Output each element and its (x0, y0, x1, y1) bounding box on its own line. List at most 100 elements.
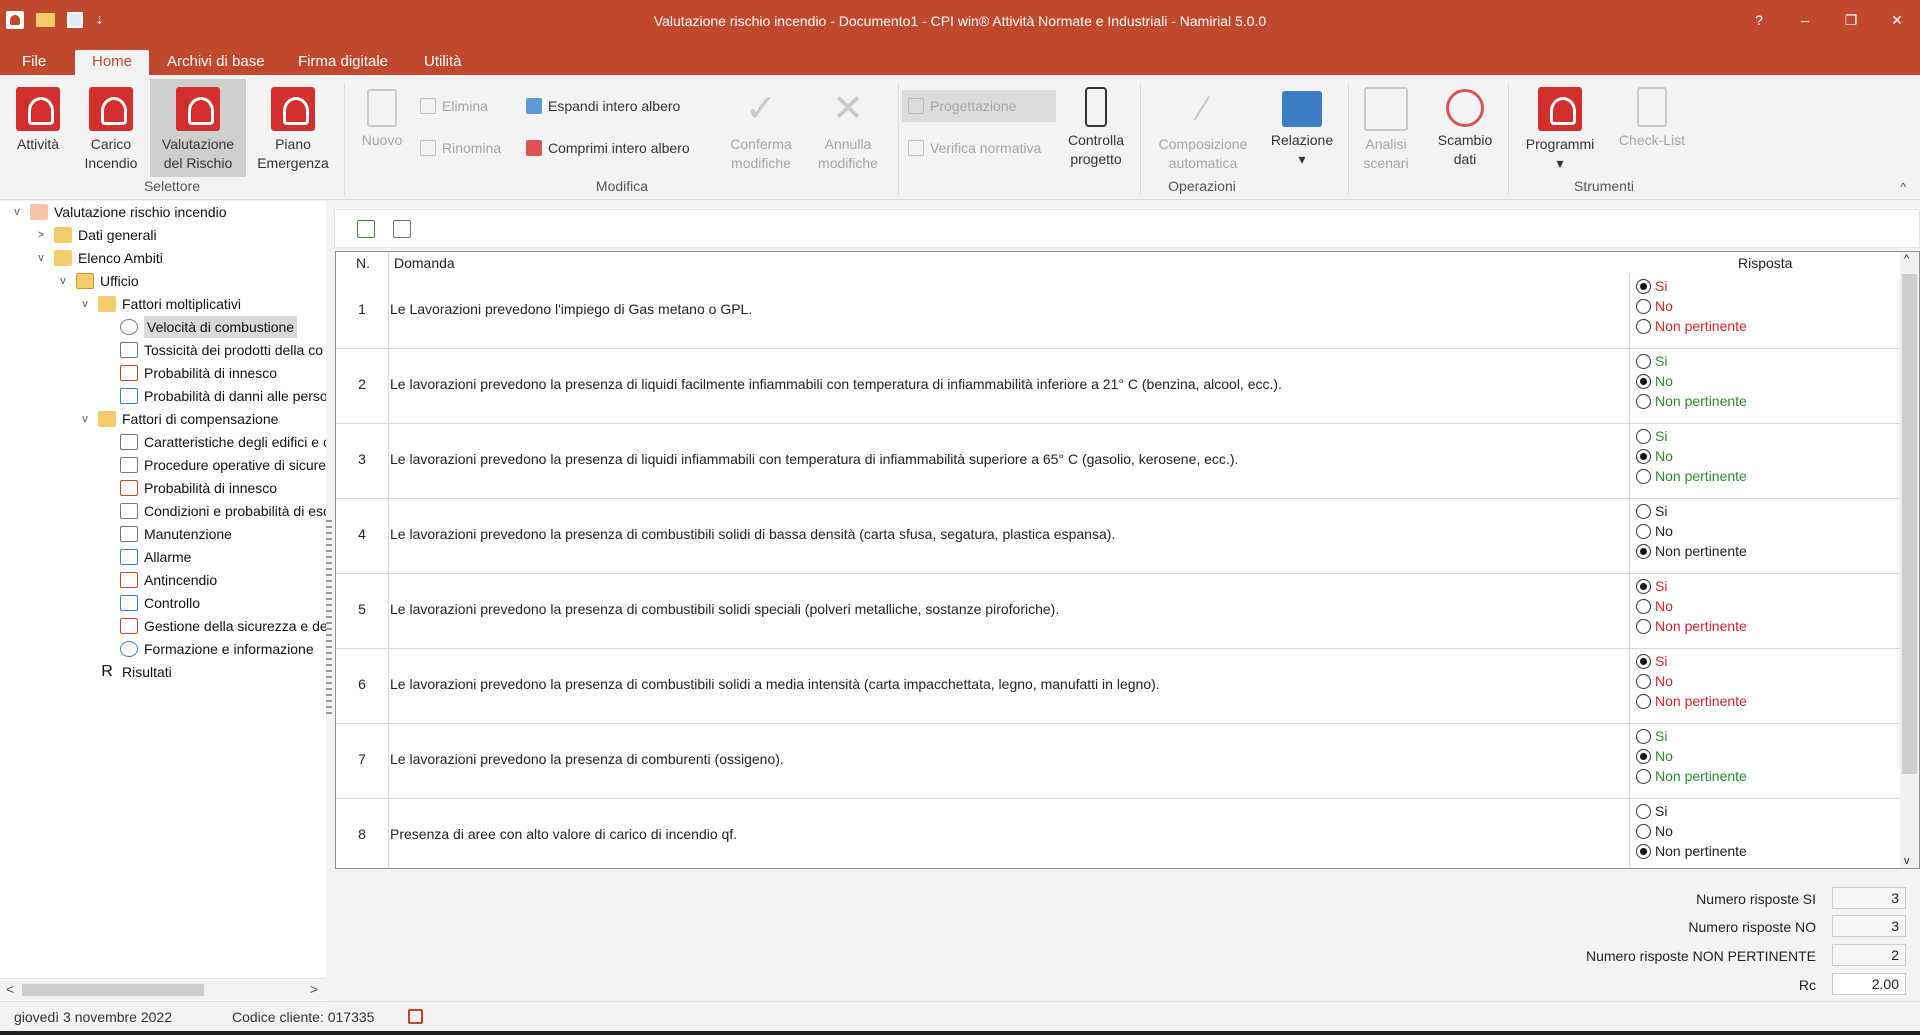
espandi-albero-button[interactable]: Espandi intero albero (526, 95, 680, 117)
tree-node-gestione-sicurezza[interactable]: Gestione della sicurezza e dell (100, 615, 326, 637)
tab-utilita[interactable]: Utilità (412, 50, 474, 75)
radio-option-si[interactable]: Si (1636, 801, 1667, 821)
radio-button[interactable] (1636, 578, 1651, 594)
tree-node-root[interactable]: v Valutazione rischio incendio (10, 201, 227, 223)
tree-node-formazione[interactable]: Formazione e informazione (100, 638, 314, 660)
tree-node-fattori-moltiplicativi[interactable]: v Fattori moltiplicativi (78, 293, 241, 315)
radio-option-no[interactable]: No (1636, 596, 1673, 616)
piano-emergenza-button[interactable]: Piano Emergenza (250, 79, 336, 177)
radio-button[interactable] (1636, 318, 1651, 334)
tree-node-dati-generali[interactable]: > Dati generali (34, 224, 157, 246)
radio-option-si[interactable]: Si (1636, 726, 1667, 746)
programmi-button[interactable]: Programmi ▾ (1514, 79, 1606, 177)
radio-button[interactable] (1636, 843, 1651, 859)
scroll-down-icon[interactable]: v (1904, 855, 1910, 867)
radio-option-si[interactable]: Si (1636, 651, 1667, 671)
radio-option-no[interactable]: No (1636, 821, 1673, 841)
scroll-thumb[interactable] (22, 984, 204, 996)
radio-option-non-pertinente[interactable]: Non pertinente (1636, 391, 1747, 411)
radio-option-no[interactable]: No (1636, 521, 1673, 541)
radio-option-si[interactable]: Si (1636, 351, 1667, 371)
radio-option-no[interactable]: No (1636, 671, 1673, 691)
radio-option-non-pertinente[interactable]: Non pertinente (1636, 766, 1747, 786)
trash-icon[interactable] (393, 220, 411, 238)
radio-button[interactable] (1636, 618, 1651, 634)
radio-button[interactable] (1636, 673, 1651, 689)
relazione-button[interactable]: Relazione ▾ (1262, 79, 1342, 177)
collapse-ribbon-button[interactable]: ^ (1900, 180, 1906, 194)
panel-splitter[interactable] (326, 520, 332, 716)
tree-node-controllo[interactable]: Controllo (100, 592, 200, 614)
radio-option-non-pertinente[interactable]: Non pertinente (1636, 616, 1747, 636)
tree-horizontal-scrollbar[interactable]: < > (0, 978, 326, 1000)
radio-option-non-pertinente[interactable]: Non pertinente (1636, 466, 1747, 486)
close-button[interactable]: ✕ (1874, 0, 1920, 44)
attivita-button[interactable]: Attività (4, 79, 72, 177)
tree-node-fattori-compensazione[interactable]: v Fattori di compensazione (78, 408, 278, 430)
radio-button[interactable] (1636, 523, 1651, 539)
radio-button[interactable] (1636, 768, 1651, 784)
radio-option-si[interactable]: Si (1636, 426, 1667, 446)
radio-button[interactable] (1636, 278, 1651, 294)
radio-button[interactable] (1636, 298, 1651, 314)
tab-file[interactable]: File (10, 50, 58, 75)
nuovo-button[interactable]: Nuovo (352, 79, 412, 177)
valutazione-rischio-button[interactable]: Valutazione del Rischio (150, 79, 246, 177)
export-icon[interactable] (357, 220, 375, 238)
conferma-modifiche-button[interactable]: ✓ Conferma modifiche (720, 79, 802, 177)
tree-node-probabilita-innesco[interactable]: Probabilità di innesco (100, 362, 277, 384)
tree-node-tossicita[interactable]: Tossicità dei prodotti della co (100, 339, 323, 361)
carico-incendio-button[interactable]: Carico Incendio (76, 79, 146, 177)
radio-button[interactable] (1636, 728, 1651, 744)
check-list-button[interactable]: Check-List (1610, 79, 1694, 177)
composizione-automatica-button[interactable]: ⁄ Composizione automatica (1148, 79, 1258, 177)
progettazione-button[interactable]: Progettazione (902, 90, 1056, 122)
radio-option-non-pertinente[interactable]: Non pertinente (1636, 691, 1747, 711)
scambio-dati-button[interactable]: Scambio dati (1424, 79, 1506, 177)
radio-button[interactable] (1636, 598, 1651, 614)
restore-button[interactable]: ❐ (1828, 0, 1874, 44)
radio-button[interactable] (1636, 803, 1651, 819)
tree-node-risultati[interactable]: R Risultati (78, 661, 172, 683)
tree-node-antincendio[interactable]: Antincendio (100, 569, 217, 591)
rinomina-button[interactable]: Rinomina (420, 137, 501, 159)
scroll-left-icon[interactable]: < (6, 981, 14, 997)
radio-button[interactable] (1636, 543, 1651, 559)
scroll-right-icon[interactable]: > (310, 981, 318, 997)
chevron-down-icon[interactable]: v (56, 270, 70, 292)
radio-option-non-pertinente[interactable]: Non pertinente (1636, 541, 1747, 561)
tab-firma-digitale[interactable]: Firma digitale (286, 50, 400, 75)
grid-vertical-scrollbar[interactable]: ^ v (1900, 252, 1919, 868)
controlla-progetto-button[interactable]: Controlla progetto (1060, 79, 1132, 177)
elimina-button[interactable]: Elimina (420, 95, 488, 117)
radio-option-si[interactable]: Si (1636, 576, 1667, 596)
radio-option-non-pertinente[interactable]: Non pertinente (1636, 841, 1747, 861)
tree-node-velocita-combustione[interactable]: Velocità di combustione (100, 316, 298, 338)
radio-button[interactable] (1636, 503, 1651, 519)
analisi-scenari-button[interactable]: Analisi scenari (1352, 79, 1420, 177)
radio-button[interactable] (1636, 693, 1651, 709)
tree-node-probabilita-innesco-comp[interactable]: Probabilità di innesco (100, 477, 277, 499)
radio-button[interactable] (1636, 373, 1651, 389)
comprimi-albero-button[interactable]: Comprimi intero albero (526, 137, 690, 159)
scroll-thumb[interactable] (1902, 274, 1917, 774)
radio-button[interactable] (1636, 823, 1651, 839)
radio-button[interactable] (1636, 393, 1651, 409)
tree-node-elenco-ambiti[interactable]: v Elenco Ambiti (34, 247, 163, 269)
tree-node-caratteristiche-edifici[interactable]: Caratteristiche degli edifici e c (100, 431, 326, 453)
tab-home[interactable]: Home (75, 50, 149, 75)
chevron-right-icon[interactable]: > (34, 224, 48, 246)
chevron-down-icon[interactable]: v (78, 408, 92, 430)
verifica-normativa-button[interactable]: Verifica normativa (908, 137, 1041, 159)
radio-option-si[interactable]: Si (1636, 276, 1667, 296)
tree-node-allarme[interactable]: Allarme (100, 546, 191, 568)
scroll-up-icon[interactable]: ^ (1904, 253, 1909, 265)
tree-node-procedure-operative[interactable]: Procedure operative di sicure (100, 454, 326, 476)
radio-button[interactable] (1636, 748, 1651, 764)
tab-archivi-di-base[interactable]: Archivi di base (155, 50, 277, 75)
radio-option-non-pertinente[interactable]: Non pertinente (1636, 316, 1747, 336)
radio-option-si[interactable]: Si (1636, 501, 1667, 521)
radio-button[interactable] (1636, 448, 1651, 464)
radio-option-no[interactable]: No (1636, 446, 1673, 466)
radio-button[interactable] (1636, 653, 1651, 669)
